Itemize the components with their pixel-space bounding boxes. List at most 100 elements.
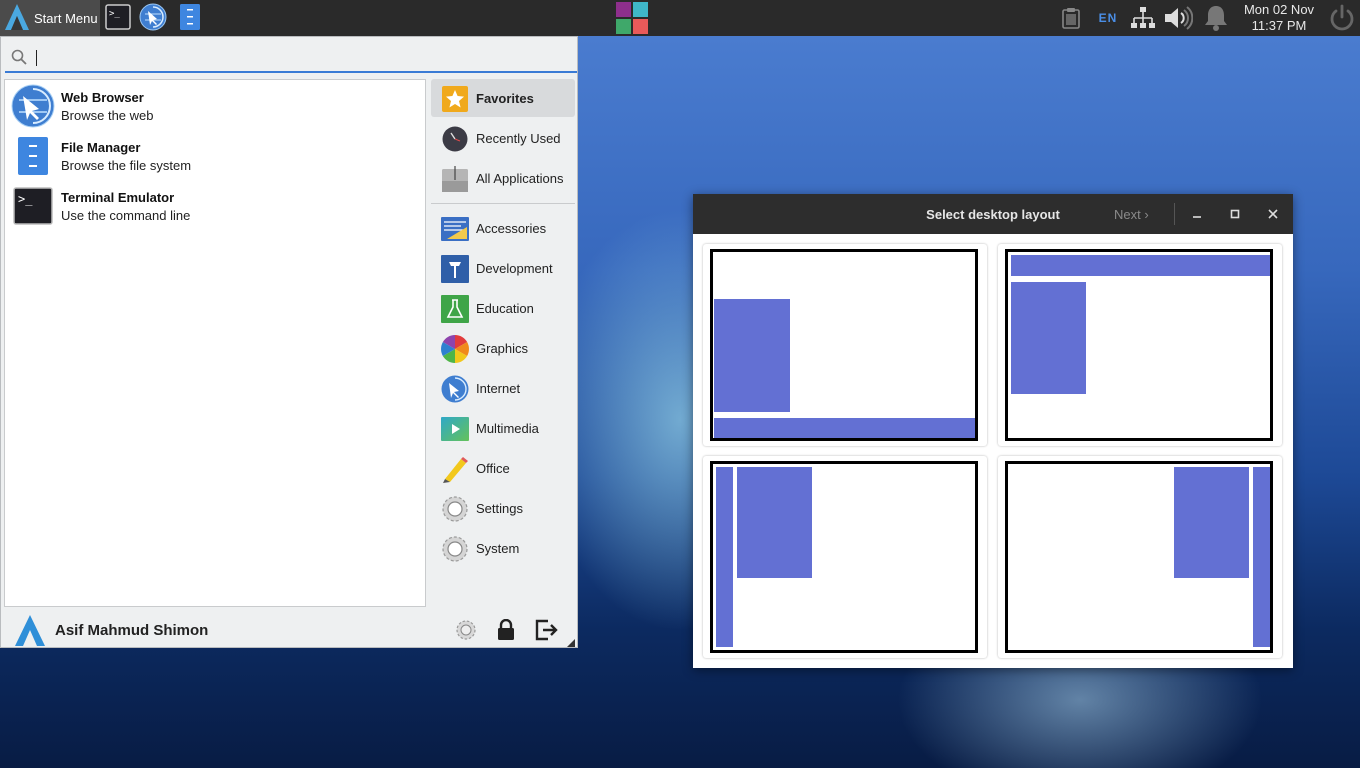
category-recently-used[interactable]: Recently Used [431,119,575,157]
category-label: Accessories [476,221,547,236]
category-label: Favorites [476,91,534,106]
keyboard-layout-indicator[interactable]: EN [1094,0,1122,36]
app-description: Use the command line [61,208,191,223]
next-button[interactable]: Next › [1114,207,1149,222]
close-button[interactable] [1261,202,1285,226]
workspace-switcher-icon[interactable] [616,2,648,34]
category-office[interactable]: Office [431,449,575,487]
development-icon [441,255,469,283]
category-label: Education [476,301,534,316]
power-icon[interactable] [1326,0,1358,36]
select-layout-window: Select desktop layout Next › [693,194,1293,668]
list-item-file-manager[interactable]: File Manager Browse the file system [9,132,419,178]
app-name: Web Browser [61,90,144,105]
accessories-icon [441,215,469,243]
layout-preview [710,461,978,653]
graphics-icon [441,335,469,363]
education-icon [441,295,469,323]
layout-window-block [737,467,812,578]
category-label: Recently Used [476,131,561,146]
category-development[interactable]: Development [431,249,575,287]
category-label: Internet [476,381,521,396]
category-label: All Applications [476,171,564,186]
layout-window-block [1174,467,1249,578]
taskbar-terminal-launcher[interactable]: >_ [104,3,132,33]
multimedia-icon [441,415,469,443]
window-titlebar[interactable]: Select desktop layout Next › [693,194,1293,234]
layout-panel-block [1253,467,1270,647]
category-system[interactable]: System [431,529,575,567]
category-favorites[interactable]: Favorites [431,79,575,117]
star-icon [441,85,469,113]
taskbar-web-browser-launcher[interactable] [139,3,167,34]
next-label: Next [1114,207,1141,222]
lock-screen-button[interactable] [493,617,519,643]
search-input[interactable] [33,47,557,69]
clock[interactable]: Mon 02 Nov 11:37 PM [1236,2,1322,34]
category-label: Settings [476,501,523,516]
start-menu-label: Start Menu [34,10,98,26]
taskbar-file-manager-launcher[interactable] [176,3,204,34]
category-settings[interactable]: Settings [431,489,575,527]
category-internet[interactable]: Internet [431,369,575,407]
minimize-button[interactable] [1185,202,1209,226]
layout-panel-block [716,467,733,647]
app-name: File Manager [61,140,141,155]
layout-panel-block [1011,255,1270,276]
layout-panel-block [714,418,975,438]
app-description: Browse the web [61,108,154,123]
category-all-applications[interactable]: All Applications [431,159,575,197]
clock-time: 11:37 PM [1251,18,1307,33]
user-avatar-icon [13,613,47,650]
start-menu-button[interactable]: Start Menu [0,0,100,36]
category-divider [431,203,575,204]
resize-grip[interactable] [567,639,575,647]
list-item-web-browser[interactable]: Web Browser Browse the web [9,82,419,128]
category-label: Development [476,261,553,276]
file-manager-icon [11,134,55,178]
taskbar: Start Menu >_ EN Mon 02 Nov 11:37 PM [0,0,1360,36]
category-multimedia[interactable]: Multimedia [431,409,575,447]
network-icon[interactable] [1128,0,1158,36]
svg-text:>_: >_ [18,192,33,206]
clock-icon [441,125,469,153]
system-icon [441,535,469,563]
maximize-button[interactable] [1223,202,1247,226]
internet-icon [441,375,469,403]
layout-option-bottom-panel[interactable] [703,244,987,446]
settings-gear-button[interactable] [453,617,479,643]
terminal-icon: >_ [105,3,131,33]
office-icon [441,455,469,483]
arch-logo-icon [4,3,30,34]
category-education[interactable]: Education [431,289,575,327]
all-applications-icon [441,165,469,193]
start-menu: Web Browser Browse the web File Manager … [0,36,578,648]
layout-window-block [1011,282,1086,394]
clock-date: Mon 02 Nov [1243,2,1315,17]
category-graphics[interactable]: Graphics [431,329,575,367]
volume-icon[interactable] [1162,0,1194,36]
user-bar: Asif Mahmud Shimon [1,609,577,649]
web-browser-icon [139,3,167,34]
list-item-terminal-emulator[interactable]: >_ Terminal Emulator Use the command lin… [9,182,419,228]
layout-preview [1005,249,1273,441]
layout-preview [1005,461,1273,653]
svg-text:>_: >_ [109,9,120,19]
clipboard-icon[interactable] [1058,0,1084,36]
text-cursor [36,50,37,66]
chevron-right-icon: › [1144,207,1149,222]
settings-icon [441,495,469,523]
category-label: Multimedia [476,421,539,436]
file-manager-icon [179,3,201,34]
app-name: Terminal Emulator [61,190,175,205]
layout-option-top-panel[interactable] [998,244,1282,446]
app-description: Browse the file system [61,158,192,173]
log-out-button[interactable] [533,617,559,643]
web-browser-icon [11,84,55,128]
layout-option-right-panel[interactable] [998,456,1282,658]
titlebar-divider [1174,203,1175,225]
search-bar[interactable] [5,43,577,73]
notifications-bell-icon[interactable] [1200,0,1232,36]
layout-option-left-panel[interactable] [703,456,987,658]
category-accessories[interactable]: Accessories [431,209,575,247]
